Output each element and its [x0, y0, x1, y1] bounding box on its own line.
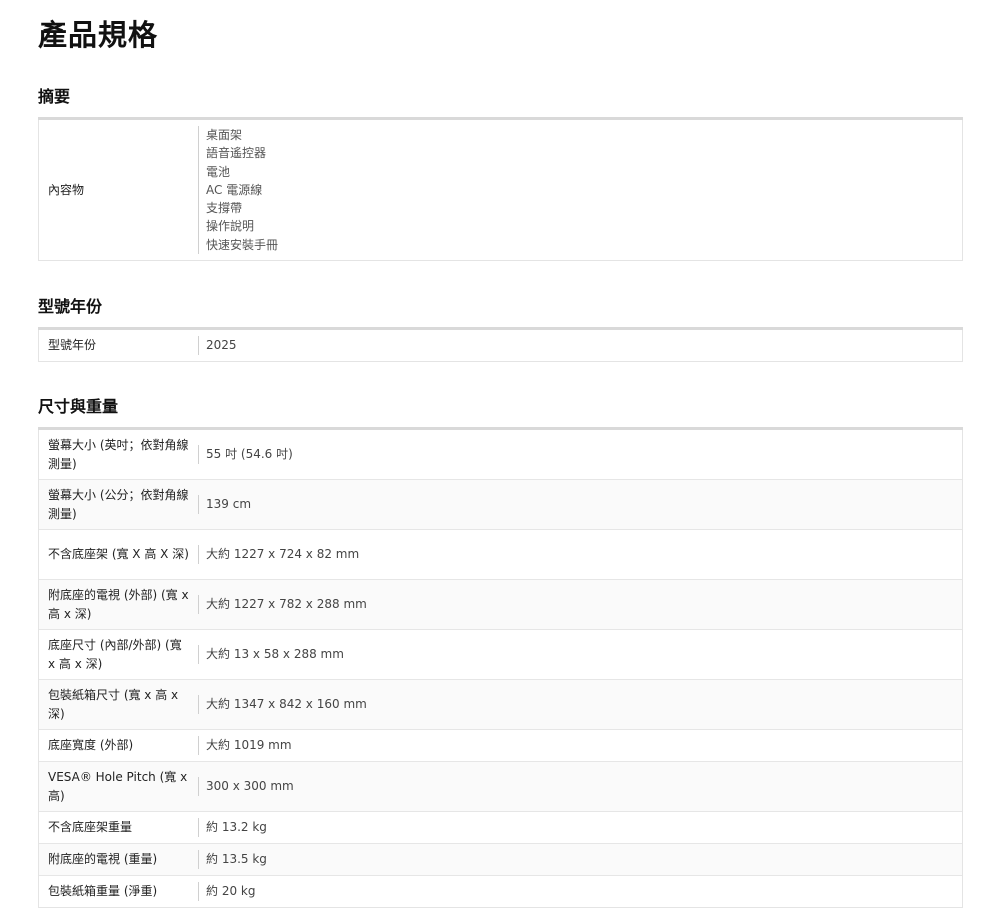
- spec-value-text: 300 x 300 mm: [198, 777, 294, 796]
- spec-value-text: 2025: [198, 336, 237, 355]
- spec-row-model-year: 型號年份 2025: [39, 330, 962, 361]
- spec-value-text: 139 cm: [198, 495, 251, 514]
- spec-value-text: 大約 1019 mm: [198, 736, 292, 755]
- list-item: 電池: [206, 164, 231, 179]
- spec-label: 附底座的電視 (重量): [48, 852, 158, 866]
- section-summary: 摘要 內容物 桌面架 語音遙控器 電池 AC 電源線 支撐帶 操作說明 快速安裝…: [38, 86, 963, 261]
- list-item: 支撐帶: [206, 201, 243, 216]
- spec-table: 內容物 桌面架 語音遙控器 電池 AC 電源線 支撐帶 操作說明 快速安裝手冊: [38, 120, 963, 261]
- spec-value-text: 約 20 kg: [198, 882, 255, 901]
- spec-row: 附底座的電視 (重量) 約 13.5 kg: [39, 843, 962, 875]
- spec-row-contents: 內容物 桌面架 語音遙控器 電池 AC 電源線 支撐帶 操作說明 快速安裝手冊: [39, 120, 962, 260]
- spec-value: 300 x 300 mm: [191, 762, 962, 811]
- spec-label: VESA® Hole Pitch (寬 x 高): [48, 769, 188, 803]
- list-item: 桌面架: [206, 127, 243, 142]
- spec-value: 2025: [191, 330, 962, 361]
- spec-value-text: 大約 1227 x 724 x 82 mm: [198, 545, 359, 564]
- section-model-year: 型號年份 型號年份 2025: [38, 296, 963, 362]
- spec-value-text: 約 13.2 kg: [198, 818, 267, 837]
- list-item: 操作說明: [206, 219, 255, 234]
- spec-label: 不含底座架重量: [48, 820, 133, 834]
- section-title: 摘要: [38, 87, 71, 106]
- spec-row: 底座寬度 (外部) 大約 1019 mm: [39, 729, 962, 761]
- spec-value: 大約 1227 x 782 x 288 mm: [191, 580, 962, 629]
- spec-row: 不含底座架 (寬 X 高 X 深) 大約 1227 x 724 x 82 mm: [39, 529, 962, 579]
- spec-row: VESA® Hole Pitch (寬 x 高) 300 x 300 mm: [39, 761, 962, 811]
- spec-label: 包裝紙箱尺寸 (寬 x 高 x 深): [48, 687, 179, 721]
- spec-value-text: 約 13.5 kg: [198, 850, 267, 869]
- spec-label: 螢幕大小 (公分；依對角線測量): [48, 487, 189, 521]
- list-item: AC 電源線: [206, 182, 263, 197]
- spec-row: 不含底座架重量 約 13.2 kg: [39, 811, 962, 843]
- list-item: 語音遙控器: [206, 146, 267, 161]
- section-dimensions: 尺寸與重量 螢幕大小 (英吋；依對角線測量) 55 吋 (54.6 吋) 螢幕大…: [38, 396, 963, 908]
- spec-value: 大約 1227 x 724 x 82 mm: [191, 530, 962, 579]
- spec-label: 附底座的電視 (外部) (寬 x 高 x 深): [48, 587, 189, 621]
- spec-row: 螢幕大小 (英吋；依對角線測量) 55 吋 (54.6 吋): [39, 430, 962, 479]
- spec-row: 附底座的電視 (外部) (寬 x 高 x 深) 大約 1227 x 782 x …: [39, 579, 962, 629]
- spec-label: 型號年份: [48, 338, 97, 352]
- spec-value-text: 55 吋 (54.6 吋): [198, 445, 293, 464]
- spec-value-text: 大約 1347 x 842 x 160 mm: [198, 695, 367, 714]
- spec-row: 螢幕大小 (公分；依對角線測量) 139 cm: [39, 479, 962, 529]
- spec-value: 大約 1019 mm: [191, 730, 962, 761]
- spec-value: 大約 1347 x 842 x 160 mm: [191, 680, 962, 729]
- section-title: 型號年份: [38, 297, 103, 316]
- spec-label: 內容物: [48, 182, 85, 197]
- spec-value: 約 13.2 kg: [191, 812, 962, 843]
- spec-row: 包裝紙箱重量 (淨重) 約 20 kg: [39, 875, 962, 907]
- spec-value-text: 大約 13 x 58 x 288 mm: [198, 645, 344, 664]
- spec-row: 包裝紙箱尺寸 (寬 x 高 x 深) 大約 1347 x 842 x 160 m…: [39, 679, 962, 729]
- list-item: 快速安裝手冊: [206, 237, 279, 252]
- spec-label: 不含底座架 (寬 X 高 X 深): [48, 547, 189, 561]
- page-title: 產品規格: [38, 18, 159, 52]
- spec-row: 底座尺寸 (內部/外部) (寬 x 高 x 深) 大約 13 x 58 x 28…: [39, 629, 962, 679]
- section-title: 尺寸與重量: [38, 397, 119, 416]
- spec-value: 約 13.5 kg: [191, 844, 962, 875]
- spec-table: 型號年份 2025: [38, 330, 963, 362]
- spec-value: 大約 13 x 58 x 288 mm: [191, 630, 962, 679]
- spec-label: 包裝紙箱重量 (淨重): [48, 884, 158, 898]
- spec-value: 約 20 kg: [191, 876, 962, 907]
- spec-label: 底座寬度 (外部): [48, 738, 134, 752]
- contents-list: 桌面架 語音遙控器 電池 AC 電源線 支撐帶 操作說明 快速安裝手冊: [198, 125, 279, 255]
- spec-value: 55 吋 (54.6 吋): [191, 430, 962, 479]
- spec-table: 螢幕大小 (英吋；依對角線測量) 55 吋 (54.6 吋) 螢幕大小 (公分；…: [38, 430, 963, 908]
- spec-value-text: 大約 1227 x 782 x 288 mm: [198, 595, 367, 614]
- spec-page: 產品規格 摘要 內容物 桌面架 語音遙控器 電池 AC 電源線 支撐帶 操作說明…: [0, 0, 1000, 915]
- spec-label: 底座尺寸 (內部/外部) (寬 x 高 x 深): [48, 637, 182, 671]
- spec-value: 桌面架 語音遙控器 電池 AC 電源線 支撐帶 操作說明 快速安裝手冊: [191, 120, 962, 260]
- spec-label: 螢幕大小 (英吋；依對角線測量): [48, 437, 189, 471]
- spec-value: 139 cm: [191, 480, 962, 529]
